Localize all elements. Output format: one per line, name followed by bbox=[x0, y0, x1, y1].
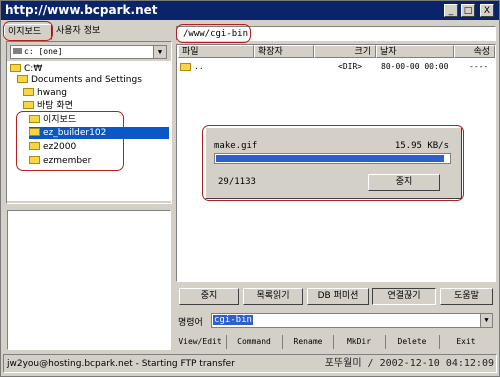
minimize-button[interactable]: _ bbox=[444, 4, 458, 17]
window-title: http://www.bcpark.net bbox=[5, 3, 158, 17]
close-button[interactable]: X bbox=[480, 4, 494, 17]
column-size[interactable]: 크기 bbox=[314, 45, 376, 58]
folder-icon bbox=[23, 101, 34, 109]
status-bar: jw2you@hosting.bcpark.net - Starting FTP… bbox=[3, 354, 497, 373]
folder-icon bbox=[17, 75, 28, 83]
column-ext[interactable]: 확장자 bbox=[254, 45, 314, 58]
chevron-down-icon[interactable]: ▼ bbox=[153, 46, 166, 58]
command-label: 명령어 bbox=[178, 318, 203, 328]
column-attr[interactable]: 속성 bbox=[454, 45, 495, 58]
app-window: http://www.bcpark.net _ □ X 이지보드 사용자 정보 … bbox=[0, 0, 500, 377]
command-button[interactable]: Command bbox=[229, 335, 279, 349]
view-edit-button[interactable]: View/Edit bbox=[176, 335, 224, 349]
mkdir-button[interactable]: MkDir bbox=[336, 335, 382, 349]
status-stamp: 포뚜월미 / 2002-12-10 04:12:09 bbox=[324, 358, 494, 369]
help-button[interactable]: 도움말 bbox=[440, 288, 493, 305]
drive-select[interactable]: c: [one] ▼ bbox=[10, 45, 167, 59]
title-bar[interactable]: http://www.bcpark.net _ □ X bbox=[1, 1, 499, 20]
db-permission-button[interactable]: DB 퍼미션 bbox=[307, 288, 369, 305]
toolbar-divider bbox=[385, 335, 386, 349]
tab-user-info[interactable]: 사용자 정보 bbox=[53, 24, 119, 40]
command-input[interactable]: cgi-bin ▼ bbox=[211, 313, 493, 328]
file-attr: ---- bbox=[469, 62, 489, 71]
file-panel-left[interactable] bbox=[7, 210, 171, 350]
status-message: jw2you@hosting.bcpark.net - Starting FTP… bbox=[7, 359, 235, 369]
folder-icon bbox=[180, 63, 191, 71]
file-name: .. bbox=[194, 62, 204, 71]
command-value: cgi-bin bbox=[213, 315, 253, 325]
annotation-outline bbox=[176, 24, 251, 43]
exit-button[interactable]: Exit bbox=[442, 335, 490, 349]
tree-item-documents[interactable]: Documents and Settings bbox=[17, 74, 142, 86]
table-row[interactable]: .. <DIR> 80-00-00 00:00 ---- bbox=[180, 61, 494, 73]
stop-button[interactable]: 중지 bbox=[179, 288, 239, 305]
drive-icon bbox=[13, 48, 22, 54]
annotation-outline bbox=[16, 111, 124, 171]
annotation-outline bbox=[202, 125, 464, 201]
maximize-button[interactable]: □ bbox=[461, 4, 475, 17]
rename-button[interactable]: Rename bbox=[285, 335, 331, 349]
annotation-outline bbox=[3, 21, 53, 41]
toolbar-divider bbox=[333, 335, 334, 349]
delete-button[interactable]: Delete bbox=[388, 335, 436, 349]
column-date[interactable]: 날자 bbox=[376, 45, 454, 58]
toolbar-divider bbox=[226, 335, 227, 349]
disconnect-button[interactable]: 연결끊기 bbox=[372, 288, 436, 305]
column-file[interactable]: 파일 bbox=[178, 45, 254, 58]
toolbar-divider bbox=[282, 335, 283, 349]
tree-item-hwang[interactable]: hwang bbox=[23, 87, 67, 99]
chevron-down-icon[interactable]: ▼ bbox=[480, 314, 492, 327]
folder-icon bbox=[23, 88, 34, 96]
file-size: <DIR> bbox=[338, 62, 363, 71]
read-list-button[interactable]: 목록읽기 bbox=[243, 288, 303, 305]
folder-icon bbox=[10, 64, 21, 72]
file-date: 80-00-00 00:00 bbox=[381, 62, 449, 71]
drive-value: c: [one] bbox=[24, 47, 63, 56]
toolbar-divider bbox=[439, 335, 440, 349]
